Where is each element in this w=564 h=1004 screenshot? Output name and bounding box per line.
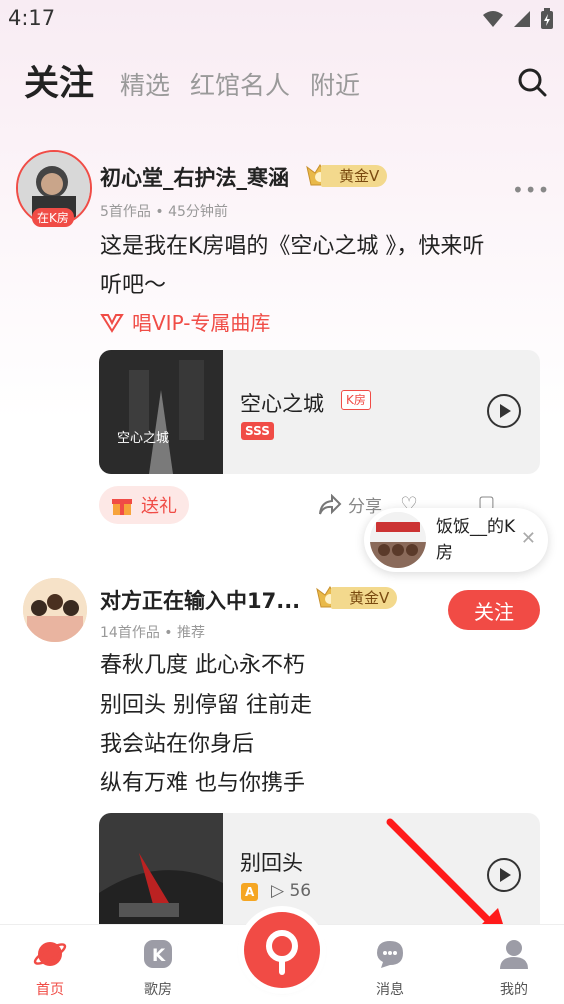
post-text-line: 纵有万难 也与你携手: [100, 771, 305, 796]
song-cover: [99, 813, 223, 924]
username[interactable]: 对方正在输入中17...: [100, 585, 300, 615]
person-icon: [500, 940, 528, 969]
song-title: 别回头: [240, 851, 303, 875]
vip-badge: 黄金V: [315, 586, 398, 610]
svg-text:K: K: [152, 946, 166, 966]
post-text-line: 春秋几度 此心永不朽: [100, 653, 305, 678]
avatar[interactable]: [23, 578, 87, 642]
sing-button[interactable]: [244, 912, 320, 988]
post-text-line: 我会站在你身后: [100, 732, 255, 757]
play-count: ▷ 56: [271, 881, 312, 901]
chat-bubble-icon: [377, 941, 403, 968]
score-grade-badge: A: [241, 883, 259, 901]
nav-me[interactable]: 我的: [479, 937, 549, 999]
nav-home[interactable]: 首页: [15, 937, 85, 999]
planet-icon: [33, 942, 67, 966]
k-room-icon: K: [144, 940, 172, 968]
follow-button[interactable]: 关注: [448, 590, 540, 630]
feed-post: 对方正在输入中17... 黄金V 关注 14首作品 • 推荐 春秋几度 此心永不…: [0, 0, 564, 924]
nav-messages[interactable]: 消息: [355, 937, 425, 999]
microphone-icon: [266, 930, 298, 975]
post-text-line: 别回头 别停留 往前走: [100, 693, 312, 718]
post-meta: 14首作品 • 推荐: [100, 625, 205, 641]
nav-k-room[interactable]: K 歌房: [123, 937, 193, 999]
